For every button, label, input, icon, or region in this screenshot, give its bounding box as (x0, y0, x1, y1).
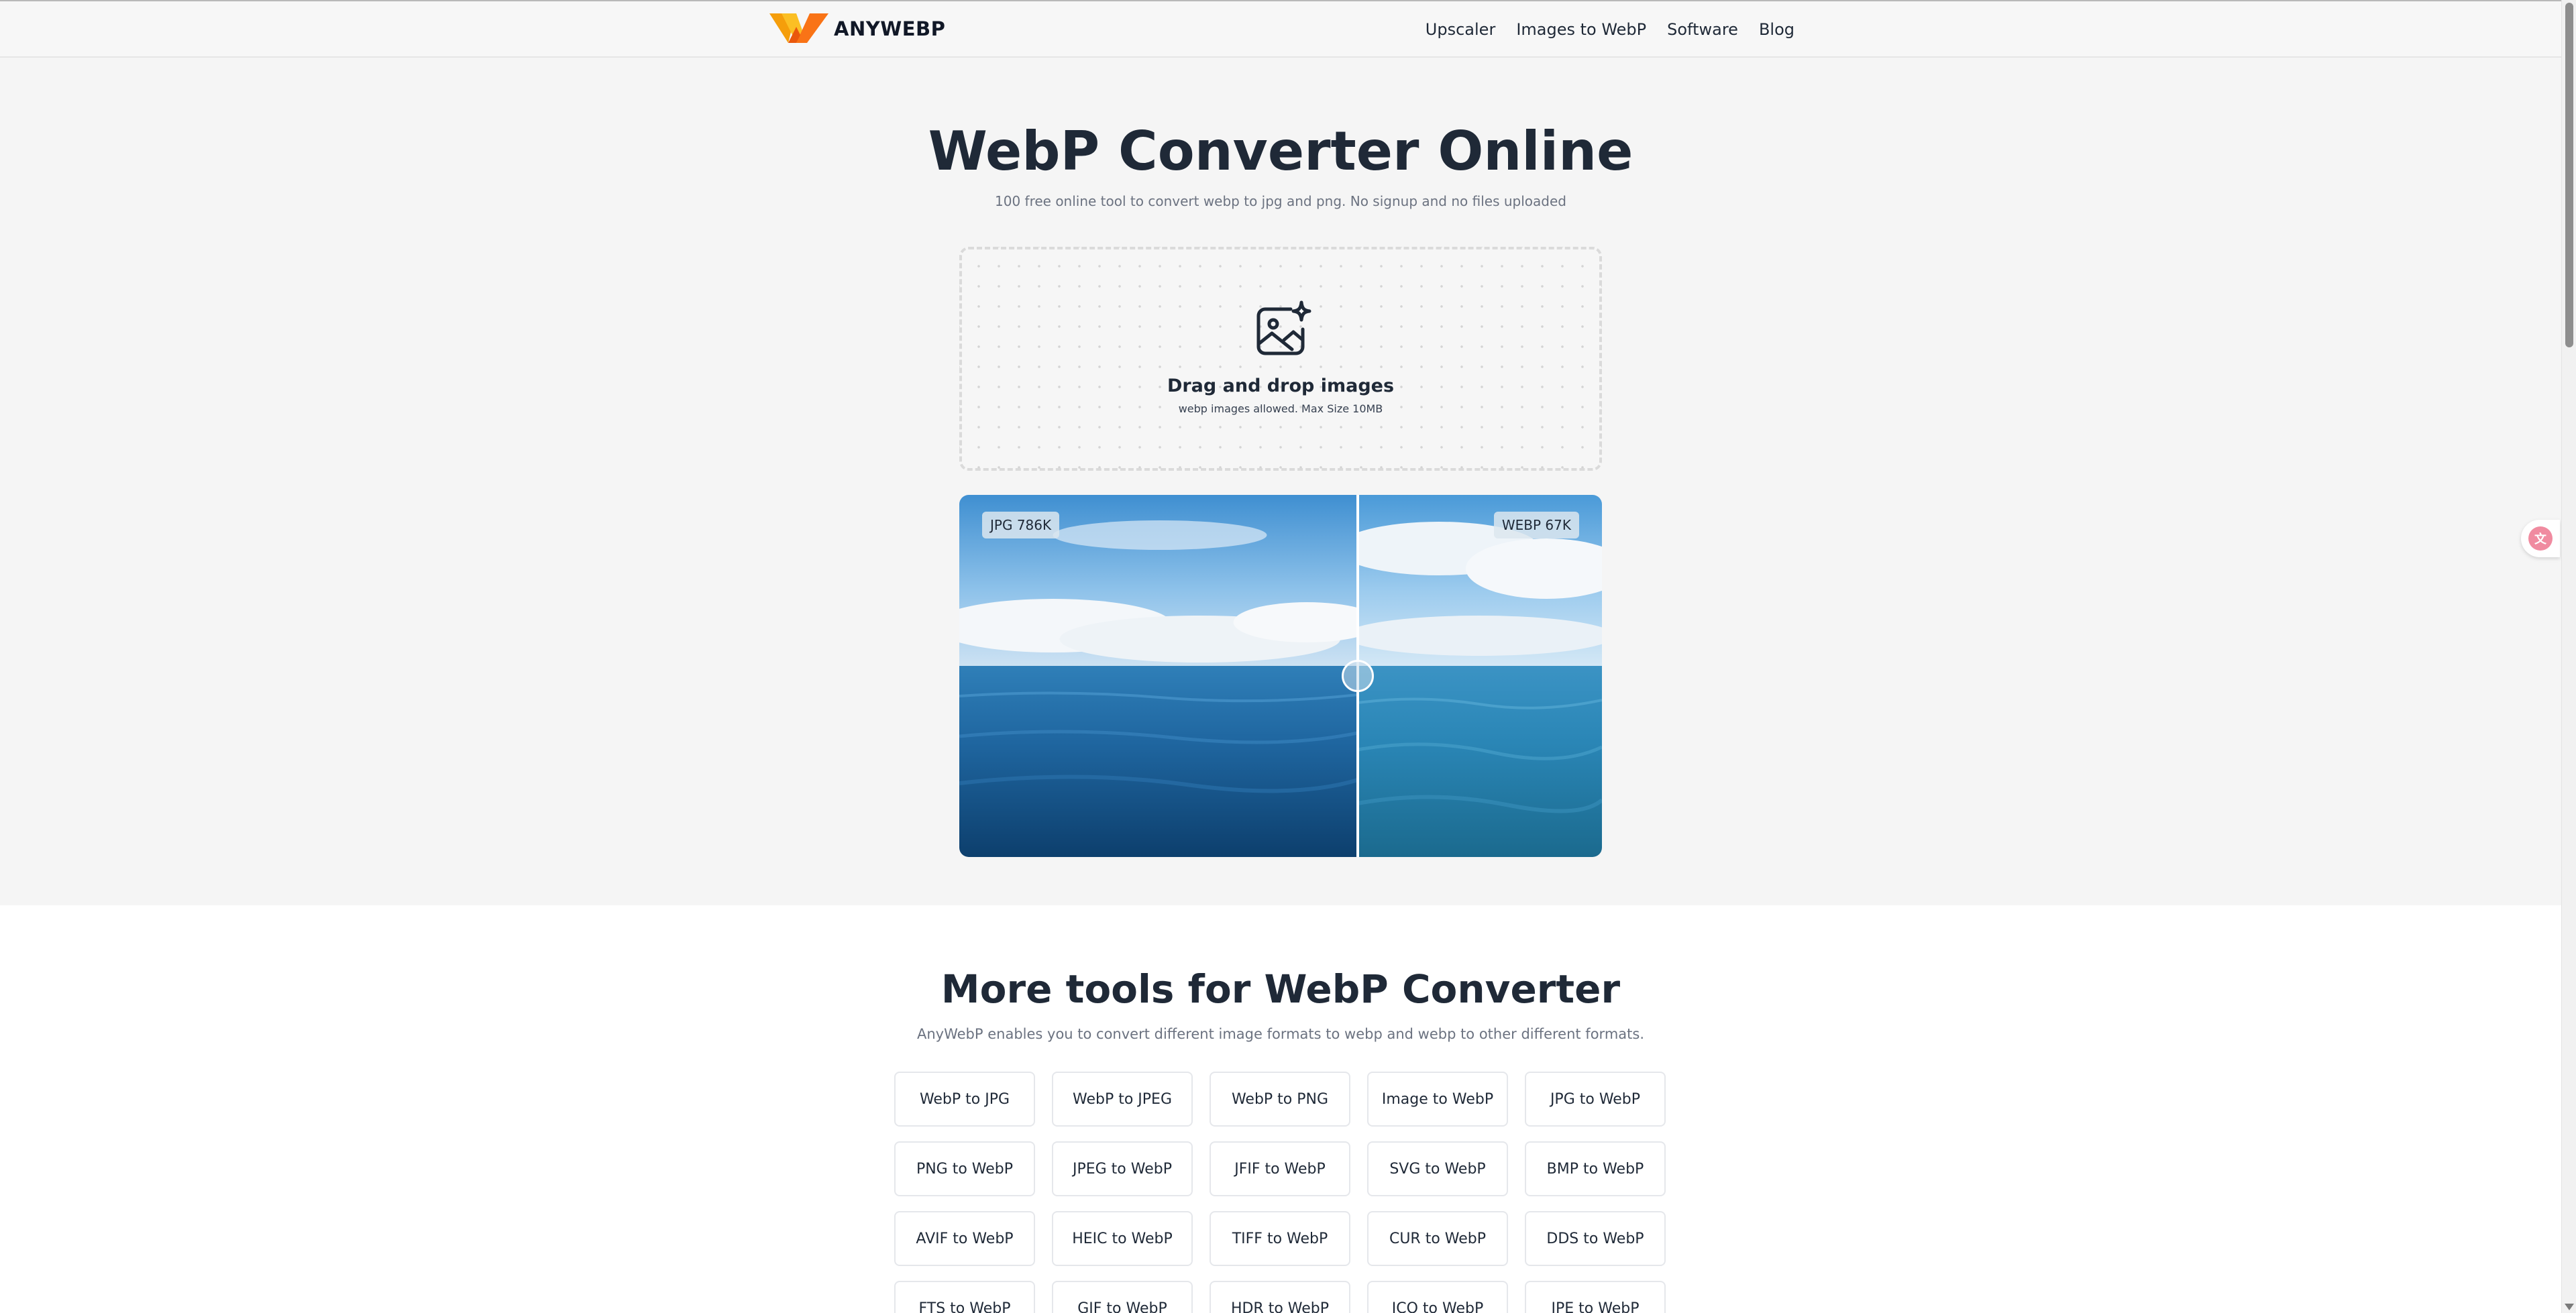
page-scrollbar[interactable] (2561, 0, 2576, 1313)
tool-link-jpg-to-webp[interactable]: JPG to WebP (1525, 1072, 1666, 1127)
translate-button[interactable]: 文 (2521, 520, 2560, 557)
tool-link-fts-to-webp[interactable]: FTS to WebP (894, 1281, 1035, 1313)
nav-images-to-webp[interactable]: Images to WebP (1516, 17, 1646, 42)
hero-section: WebP Converter Online 100 free online to… (0, 58, 2561, 905)
comparison-slider[interactable]: JPG 786K WEBP 67K (959, 495, 1602, 857)
scrollbar-thumb[interactable] (2565, 3, 2573, 347)
tool-link-bmp-to-webp[interactable]: BMP to WebP (1525, 1141, 1666, 1196)
tools-grid: WebP to JPG WebP to JPEG WebP to PNG Image … (894, 1072, 1666, 1313)
tool-link-ico-to-webp[interactable]: ICO to WebP (1367, 1281, 1508, 1313)
tool-link-webp-to-jpeg[interactable]: WebP to JPEG (1052, 1072, 1193, 1127)
translate-icon: 文 (2528, 526, 2553, 551)
jpg-preview-image (959, 495, 1358, 857)
tool-link-hdr-to-webp[interactable]: HDR to WebP (1210, 1281, 1350, 1313)
jpg-size-badge: JPG 786K (982, 512, 1060, 538)
tool-link-webp-to-jpg[interactable]: WebP to JPG (894, 1072, 1035, 1127)
page-subtitle: 100 free online tool to convert webp to … (995, 193, 1566, 209)
brand-name: ANYWEBP (834, 17, 946, 40)
tool-link-jfif-to-webp[interactable]: JFIF to WebP (1210, 1141, 1350, 1196)
tool-link-dds-to-webp[interactable]: DDS to WebP (1525, 1211, 1666, 1266)
dropzone-hint: webp images allowed. Max Size 10MB (1178, 402, 1383, 415)
main-nav: Upscaler Images to WebP Software Blog (1426, 17, 1794, 42)
tool-link-webp-to-png[interactable]: WebP to PNG (1210, 1072, 1350, 1127)
nav-upscaler[interactable]: Upscaler (1426, 17, 1496, 42)
tool-link-cur-to-webp[interactable]: CUR to WebP (1367, 1211, 1508, 1266)
image-sparkle-icon (1256, 300, 1311, 355)
tool-link-jpeg-to-webp[interactable]: JPEG to WebP (1052, 1141, 1193, 1196)
page: ANYWEBP Upscaler Images to WebP Software… (0, 0, 2576, 1313)
tool-link-image-to-webp[interactable]: Image to WebP (1367, 1072, 1508, 1127)
tool-link-heic-to-webp[interactable]: HEIC to WebP (1052, 1211, 1193, 1266)
nav-software[interactable]: Software (1667, 17, 1738, 42)
page-title: WebP Converter Online (928, 120, 1633, 182)
tool-link-jpe-to-webp[interactable]: JPE to WebP (1525, 1281, 1666, 1313)
webp-size-badge: WEBP 67K (1493, 512, 1579, 538)
tool-link-tiff-to-webp[interactable]: TIFF to WebP (1210, 1211, 1350, 1266)
webp-preview-image (1358, 495, 1602, 857)
tool-link-avif-to-webp[interactable]: AVIF to WebP (894, 1211, 1035, 1266)
tool-link-png-to-webp[interactable]: PNG to WebP (894, 1141, 1035, 1196)
tools-title: More tools for WebP Converter (941, 966, 1621, 1012)
tool-link-gif-to-webp[interactable]: GIF to WebP (1052, 1281, 1193, 1313)
site-header: ANYWEBP Upscaler Images to WebP Software… (0, 0, 2561, 58)
tool-link-svg-to-webp[interactable]: SVG to WebP (1367, 1141, 1508, 1196)
dropzone-title: Drag and drop images (1167, 376, 1395, 396)
tools-subtitle: AnyWebP enables you to convert different… (917, 1026, 1644, 1042)
brand-logo[interactable]: ANYWEBP (769, 12, 945, 46)
slider-handle[interactable] (1342, 660, 1374, 692)
scroll-down-arrow-icon[interactable] (2565, 1304, 2574, 1310)
image-dropzone[interactable]: Drag and drop images webp images allowed… (959, 247, 1602, 471)
anywebp-logo-icon (769, 13, 828, 43)
nav-blog[interactable]: Blog (1759, 17, 1794, 42)
